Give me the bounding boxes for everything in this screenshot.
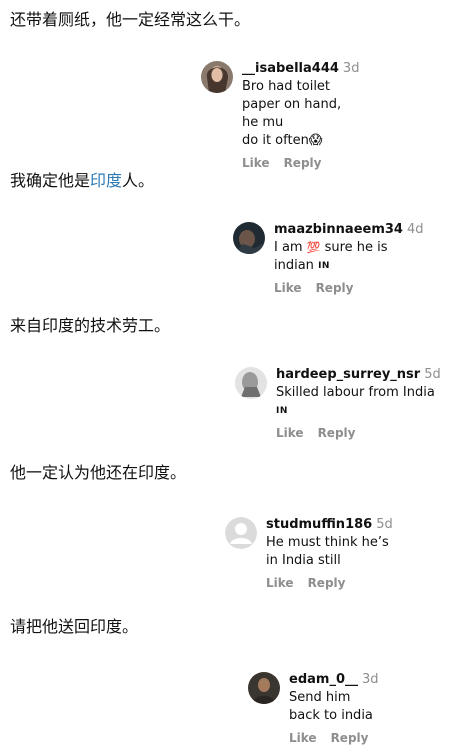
comment-body: hardeep_surrey_nsr 5d Skilled labour from… [276,367,441,440]
username[interactable]: edam_0__ [289,672,358,687]
avatar[interactable] [248,672,280,704]
like-button[interactable]: Like [276,426,304,440]
profile-photo-icon [201,61,233,93]
scream-emoji-icon: 😱 [308,133,323,148]
username[interactable]: __isabella444 [242,61,339,76]
comment-text: Bro had toilet paper on hand, he mu do i… [242,78,359,150]
username[interactable]: maazbinnaeem34 [274,222,403,237]
comment-age: 3d [362,672,379,687]
username[interactable]: hardeep_surrey_nsr [276,367,420,382]
profile-photo-icon [248,672,280,704]
translation-text: 还带着厕纸，他一定经常这么干。 [10,10,251,29]
comment-age: 4d [406,222,424,237]
translation-highlight[interactable]: 印度 [90,171,122,190]
comment-body: studmuffin186 5d He must think he’s in In… [266,517,393,590]
default-user-icon [225,517,257,549]
comment-text: Send him back to india [289,690,373,723]
translation-text: 来自印度的技术劳工。 [10,316,171,335]
comment-body: maazbinnaeem34 4d I am 💯 sure he is india… [274,222,424,295]
comment-text-part: Skilled labour from India [276,385,435,400]
profile-photo-icon [235,367,267,399]
comment-age: 5d [424,367,441,382]
translation-line: 还带着厕纸，他一定经常这么干。 [10,9,250,31]
comment-text-part: do it often [242,133,309,148]
like-button[interactable]: Like [289,731,317,745]
avatar[interactable] [233,222,265,254]
translation-line: 他一定认为他还在印度。 [10,462,186,484]
like-button[interactable]: Like [274,281,302,295]
comment-text: Skilled labour from India IN [276,384,441,420]
comment-text-line: Bro had toilet paper on hand, he mu [242,79,342,130]
reply-button[interactable]: Reply [318,426,356,440]
translation-line: 来自印度的技术劳工。 [10,315,170,337]
comment-body: __isabella444 3d Bro had toilet paper on … [242,61,359,170]
translation-text: 他一定认为他还在印度。 [10,463,187,482]
comment-text-part: I am [274,240,303,255]
translation-text: 人。 [122,171,155,190]
avatar[interactable] [235,367,267,399]
comment-body: edam_0__ 3d Send him back to india Like Re… [289,672,382,745]
translation-text: 请把他送回印度。 [10,617,139,636]
translation-line: 我确定他是印度人。 [10,170,154,192]
reply-button[interactable]: Reply [284,156,322,170]
india-flag-icon: IN [276,406,288,416]
comment-text: He must think he’s in India still [266,535,389,568]
translation-text: 我确定他是 [10,171,91,190]
reply-button[interactable]: Reply [331,731,369,745]
reply-button[interactable]: Reply [308,576,346,590]
comment-text-line: do it often😱 [242,132,359,150]
like-button[interactable]: Like [266,576,294,590]
comment-text: I am 💯 sure he is indian IN [274,239,424,275]
like-button[interactable]: Like [242,156,270,170]
username[interactable]: studmuffin186 [266,517,372,532]
translation-line: 请把他送回印度。 [10,616,138,638]
reply-button[interactable]: Reply [316,281,354,295]
profile-photo-icon [233,222,265,254]
comment-age: 3d [342,61,360,76]
india-flag-icon: IN [318,261,330,271]
comment-age: 5d [376,517,393,532]
hundred-emoji-icon: 💯 [306,241,321,254]
avatar[interactable] [225,517,257,549]
avatar[interactable] [201,61,233,93]
